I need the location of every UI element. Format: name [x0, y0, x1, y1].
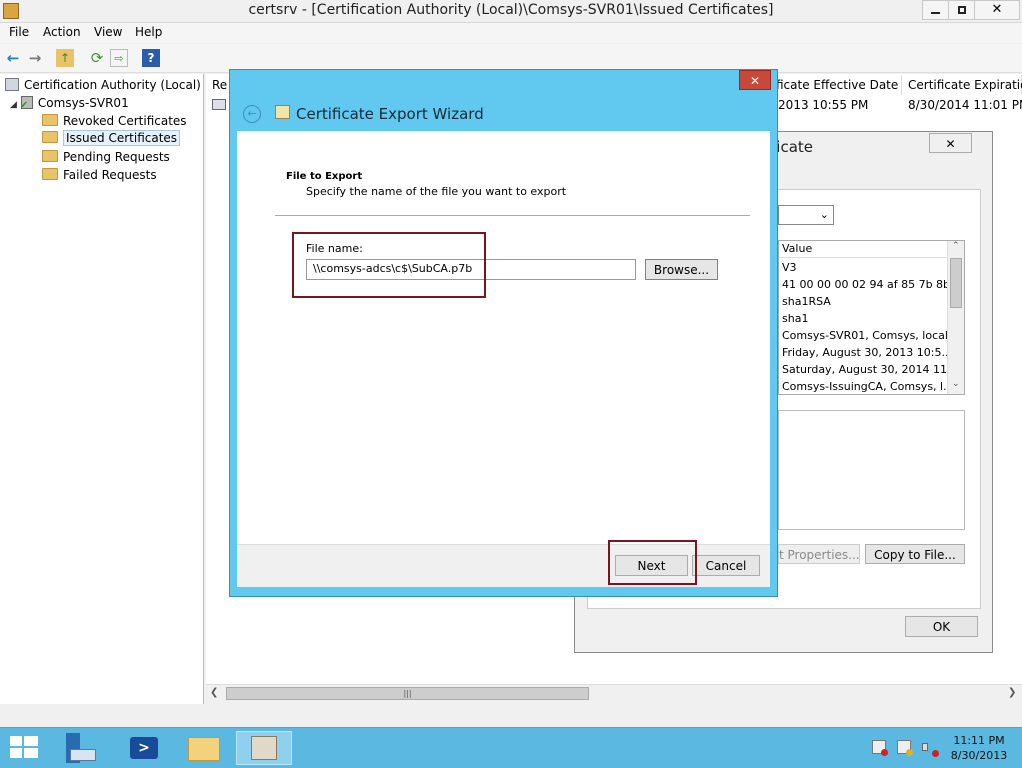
chevron-down-icon: ⌄: [819, 208, 829, 221]
wizard-close-button[interactable]: ✕: [739, 70, 771, 90]
close-icon: ✕: [991, 2, 1003, 17]
list-item[interactable]: sha1: [782, 312, 808, 325]
tree-issued-certificates[interactable]: Issued Certificates: [42, 130, 181, 146]
file-name-highlight: [292, 232, 486, 298]
cancel-button[interactable]: Cancel: [692, 555, 760, 576]
scroll-left-icon[interactable]: ❮: [210, 687, 218, 698]
windows-start-icon[interactable]: [10, 736, 38, 760]
forward-arrow-icon[interactable]: →: [26, 49, 44, 67]
action-center-flag-icon[interactable]: [872, 740, 888, 756]
scroll-up-icon[interactable]: ⌃: [952, 241, 960, 251]
horizontal-scrollbar[interactable]: ❮ ||| ❯: [206, 684, 1022, 703]
scroll-thumb[interactable]: |||: [226, 687, 589, 700]
certsrv-taskbar-icon[interactable]: [236, 731, 292, 765]
list-item[interactable]: sha1RSA: [782, 295, 831, 308]
file-explorer-icon[interactable]: [180, 731, 230, 765]
close-button[interactable]: ✕: [974, 0, 1020, 20]
fields-listbox[interactable]: Value V3 41 00 00 00 02 94 af 85 7b 8b..…: [778, 240, 965, 395]
wizard-footer: Next Cancel: [237, 540, 770, 587]
scroll-right-icon[interactable]: ❯: [1008, 687, 1016, 698]
next-button-highlight: [608, 540, 697, 585]
speaker-muted-icon[interactable]: [922, 740, 939, 757]
tree-failed-requests[interactable]: Failed Requests: [42, 168, 157, 182]
tree-root[interactable]: Certification Authority (Local): [5, 78, 201, 92]
folder-icon: [42, 150, 58, 162]
list-item[interactable]: Comsys-SVR01, Comsys, local: [782, 329, 948, 342]
row-certificate-icon: [212, 99, 226, 110]
collapse-arrow-icon: ◢: [10, 100, 17, 110]
divider: [275, 215, 750, 216]
menu-action[interactable]: Action: [43, 25, 81, 39]
copy-to-file-button[interactable]: Copy to File...: [865, 544, 965, 564]
server-check-icon: ✔: [20, 96, 33, 111]
field-value-box: [778, 410, 965, 530]
wizard-body: File to Export Specify the name of the f…: [237, 131, 770, 587]
window-title: certsrv - [Certification Authority (Loca…: [248, 2, 774, 18]
console-tree: Certification Authority (Local) ◢ ✔ Comsys…: [0, 74, 204, 704]
list-item[interactable]: V3: [782, 261, 797, 274]
folder-icon: [42, 131, 58, 143]
scroll-down-icon[interactable]: ⌄: [952, 379, 960, 389]
tree-pending-requests[interactable]: Pending Requests: [42, 150, 170, 164]
folder-icon: [42, 114, 58, 126]
powershell-icon[interactable]: >: [120, 731, 170, 765]
export-list-icon[interactable]: ⇨: [110, 49, 128, 67]
window-title-bar: certsrv - [Certification Authority (Loca…: [0, 0, 1022, 23]
menu-help[interactable]: Help: [135, 25, 162, 39]
section-heading: File to Export: [286, 171, 363, 182]
restore-icon: [957, 5, 966, 14]
taskbar: > 11:11 PM 8/30/2013: [0, 727, 1022, 768]
list-item[interactable]: Friday, August 30, 2013 10:5...: [782, 346, 952, 359]
wizard-title: Certificate Export Wizard: [296, 105, 484, 123]
section-subheading: Specify the name of the file you want to…: [306, 185, 567, 198]
column-header-effective-date[interactable]: ficate Effective Date: [770, 75, 902, 95]
close-icon: ✕: [749, 74, 761, 88]
show-dropdown[interactable]: ⌄: [778, 205, 834, 225]
certificate-authority-icon: [5, 78, 19, 91]
list-item[interactable]: 41 00 00 00 02 94 af 85 7b 8b...: [782, 278, 961, 291]
table-row[interactable]: /2013 10:55 PM 8/30/2014 11:01 PM: [774, 97, 1022, 115]
minimize-button[interactable]: [922, 0, 949, 20]
network-icon[interactable]: [897, 740, 913, 756]
clock-time: 11:11 PM: [953, 734, 1005, 747]
refresh-icon[interactable]: ⟳: [88, 49, 106, 67]
close-icon: ✕: [945, 137, 956, 151]
cell-effective-date: /2013 10:55 PM: [774, 98, 869, 112]
list-item[interactable]: Saturday, August 30, 2014 11...: [782, 363, 958, 376]
help-icon[interactable]: ?: [142, 49, 160, 67]
scroll-thumb[interactable]: [950, 258, 962, 308]
menu-bar: File Action View Help: [0, 23, 1022, 43]
menu-view[interactable]: View: [94, 25, 122, 39]
clock-date: 8/30/2013: [950, 749, 1008, 762]
back-arrow-icon[interactable]: ←: [4, 49, 22, 67]
up-folder-icon[interactable]: ↑: [56, 49, 74, 67]
folder-icon: [42, 168, 58, 180]
ok-button[interactable]: OK: [905, 616, 978, 637]
browse-button[interactable]: Browse...: [645, 259, 718, 280]
certificate-dialog-close-button[interactable]: ✕: [929, 133, 972, 153]
column-header-expiration[interactable]: Certificate Expiration: [902, 75, 1022, 95]
edit-properties-button[interactable]: t Properties...: [778, 544, 860, 564]
server-manager-icon[interactable]: [60, 731, 110, 765]
list-item[interactable]: Comsys-IssuingCA, Comsys, l...: [782, 380, 954, 393]
menu-file[interactable]: File: [9, 25, 29, 39]
tree-revoked-certificates[interactable]: Revoked Certificates: [42, 114, 187, 128]
restore-button[interactable]: [948, 0, 975, 20]
tree-server[interactable]: ◢ ✔ Comsys-SVR01: [10, 96, 129, 111]
wizard-certificate-icon: [275, 105, 290, 119]
column-header-value[interactable]: Value: [779, 241, 949, 258]
back-arrow-icon[interactable]: ←: [243, 105, 261, 123]
clock[interactable]: 11:11 PM 8/30/2013: [948, 733, 1010, 763]
vertical-scrollbar[interactable]: ⌃ ⌄: [947, 241, 964, 394]
minimize-icon: [931, 11, 940, 14]
cell-expiration: 8/30/2014 11:01 PM: [908, 98, 1022, 112]
certificate-export-wizard: ✕ ← Certificate Export Wizard File to Ex…: [229, 69, 778, 597]
